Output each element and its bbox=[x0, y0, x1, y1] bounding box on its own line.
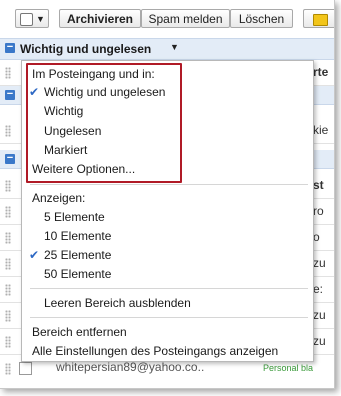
menu-item-count-5[interactable]: 5 Elemente bbox=[44, 210, 105, 225]
drag-handle-icon[interactable] bbox=[5, 67, 11, 79]
menu-divider bbox=[30, 184, 308, 185]
row-snippet: st bbox=[313, 178, 324, 192]
drag-handle-icon[interactable] bbox=[5, 232, 11, 244]
section-options-menu: Im Posteingang und in: ✔ Wichtig und ung… bbox=[21, 60, 314, 362]
menu-item-hide-empty-section[interactable]: Leeren Bereich ausblenden bbox=[44, 296, 191, 311]
row-snippet: e: bbox=[313, 282, 324, 296]
inbox-window: ▼ Archivieren Spam melden Löschen − Wich… bbox=[0, 0, 335, 389]
report-spam-button[interactable]: Spam melden bbox=[141, 9, 230, 28]
menu-header-inbox: Im Posteingang und in: bbox=[32, 67, 155, 81]
drag-handle-icon[interactable] bbox=[5, 336, 11, 348]
menu-item-remove-section[interactable]: Bereich entfernen bbox=[32, 325, 127, 340]
check-icon: ✔ bbox=[29, 248, 40, 262]
drag-handle-icon[interactable] bbox=[5, 206, 11, 218]
toolbar: ▼ Archivieren Spam melden Löschen bbox=[0, 0, 334, 34]
row-snippet: rte bbox=[313, 65, 329, 79]
drag-handle-icon[interactable] bbox=[5, 310, 11, 322]
menu-divider bbox=[30, 317, 308, 318]
folder-icon bbox=[313, 14, 328, 26]
drag-handle-icon[interactable] bbox=[5, 258, 11, 270]
menu-header-show: Anzeigen: bbox=[32, 191, 86, 205]
collapse-icon[interactable]: − bbox=[5, 153, 15, 164]
chevron-down-icon[interactable]: ▼ bbox=[170, 42, 179, 52]
menu-item-unread[interactable]: Ungelesen bbox=[44, 124, 101, 139]
menu-item-starred[interactable]: Markiert bbox=[44, 143, 87, 158]
drag-handle-icon[interactable] bbox=[5, 284, 11, 296]
select-checkbox-dropdown[interactable]: ▼ bbox=[15, 9, 49, 28]
section-header[interactable]: − Wichtig und ungelesen ▼ bbox=[0, 38, 334, 60]
row-snippet: zu bbox=[313, 334, 326, 348]
row-snippet: o bbox=[313, 230, 320, 244]
menu-item-count-10[interactable]: 10 Elemente bbox=[44, 229, 111, 244]
row-snippet: zu bbox=[313, 308, 326, 322]
chevron-down-icon: ▼ bbox=[36, 14, 45, 24]
drag-handle-icon[interactable] bbox=[5, 363, 11, 375]
menu-divider bbox=[30, 288, 308, 289]
row-snippet: kie bbox=[313, 123, 329, 137]
section-title: Wichtig und ungelesen bbox=[20, 42, 152, 56]
row-snippet: zu bbox=[313, 256, 326, 270]
move-to-folder-button[interactable] bbox=[303, 9, 334, 28]
menu-item-all-inbox-settings[interactable]: Alle Einstellungen des Posteingangs anze… bbox=[32, 344, 278, 359]
menu-item-important-unread[interactable]: Wichtig und ungelesen bbox=[44, 85, 165, 100]
menu-item-more-options[interactable]: Weitere Optionen... bbox=[32, 162, 135, 177]
label-badge: Personal bla bbox=[263, 363, 314, 373]
archive-button[interactable]: Archivieren bbox=[59, 9, 141, 28]
menu-item-count-50[interactable]: 50 Elemente bbox=[44, 267, 111, 282]
sender-email: whitepersian89@yahoo.co.. bbox=[56, 360, 205, 374]
row-checkbox[interactable] bbox=[19, 362, 32, 375]
row-snippet: ro bbox=[313, 204, 324, 218]
drag-handle-icon[interactable] bbox=[5, 180, 11, 192]
delete-button[interactable]: Löschen bbox=[230, 9, 293, 28]
menu-item-count-25[interactable]: 25 Elemente bbox=[44, 248, 111, 263]
drag-handle-icon[interactable] bbox=[5, 125, 11, 137]
collapse-icon[interactable]: − bbox=[5, 42, 15, 53]
checkbox-icon bbox=[20, 13, 33, 26]
collapse-icon[interactable]: − bbox=[5, 89, 15, 100]
menu-item-important[interactable]: Wichtig bbox=[44, 104, 83, 119]
check-icon: ✔ bbox=[29, 85, 40, 99]
